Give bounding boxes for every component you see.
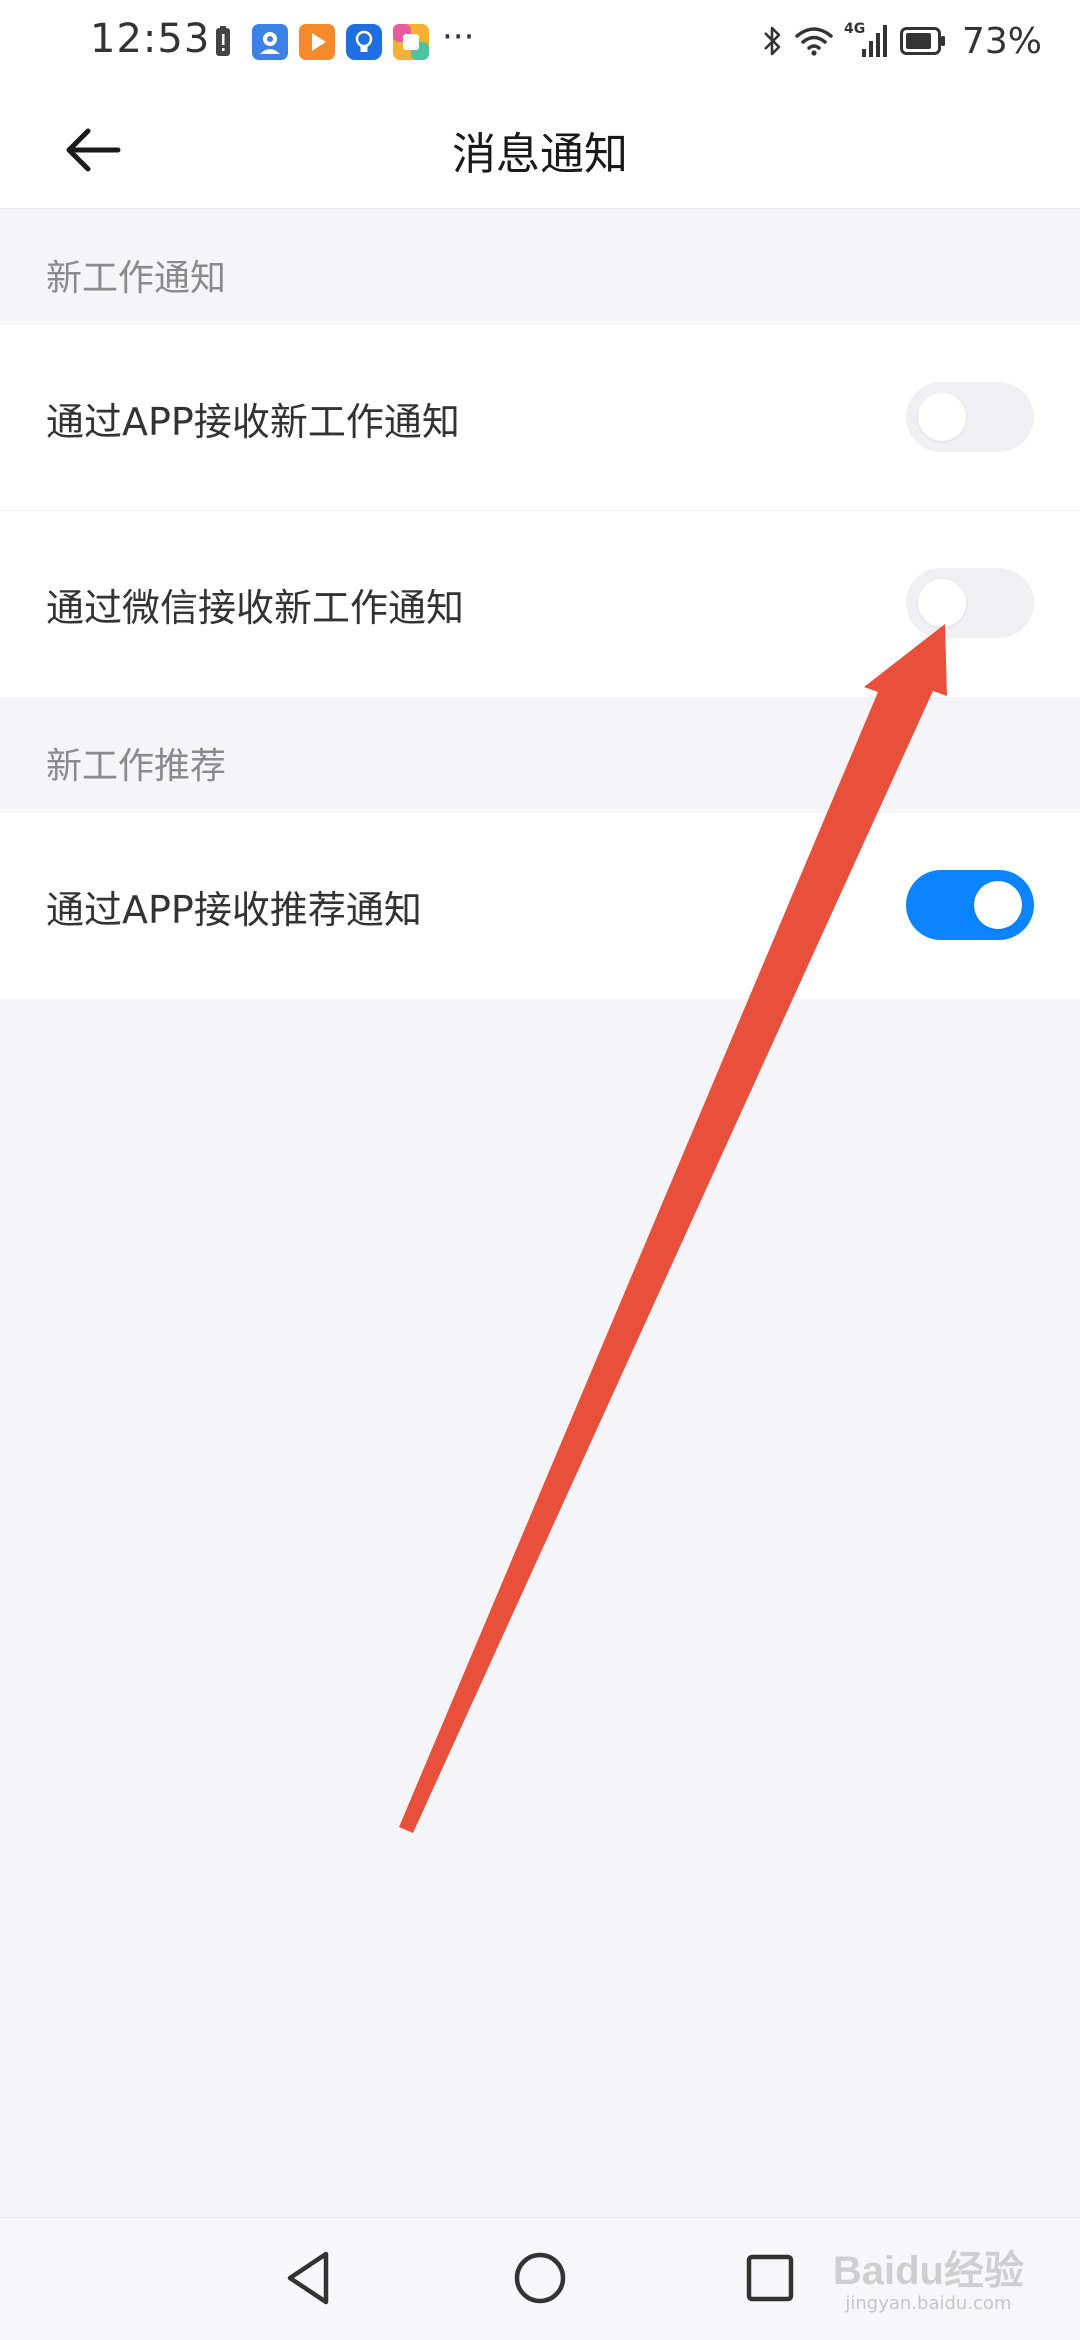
section-header-job-recommend: 新工作推荐 <box>0 697 1080 813</box>
lightbulb-icon <box>346 24 382 60</box>
watermark-sub: jingyan.baidu.com <box>845 2293 1012 2314</box>
setting-row-wechat-new-job[interactable]: 通过微信接收新工作通知 <box>0 511 1080 697</box>
wechat-new-job-toggle[interactable] <box>906 568 1034 638</box>
setting-row-app-new-job[interactable]: 通过APP接收新工作通知 <box>0 325 1080 511</box>
app-recommend-toggle[interactable] <box>906 870 1034 940</box>
toggle-knob <box>918 393 966 441</box>
battery-alert-icon <box>205 24 241 60</box>
battery-icon <box>899 27 946 55</box>
nav-home-button[interactable] <box>500 2238 580 2318</box>
square-recents-icon <box>746 2254 794 2302</box>
circle-home-icon <box>514 2252 566 2304</box>
nav-back-button[interactable] <box>268 2238 348 2318</box>
top-nav-bar: 消息通知 <box>0 84 1080 209</box>
more-notifications-indicator: ··· <box>442 17 475 57</box>
cellular-signal-icon: 4G <box>844 21 890 61</box>
toggle-knob <box>918 579 966 627</box>
wifi-icon <box>794 25 834 57</box>
video-play-icon <box>299 24 335 60</box>
system-nav-bar: Baidu经验 jingyan.baidu.com <box>0 2217 1080 2340</box>
triangle-back-icon <box>287 2251 329 2305</box>
status-right: 4G 73% <box>762 18 1042 64</box>
app-new-job-toggle[interactable] <box>906 382 1034 452</box>
nav-recents-button[interactable] <box>730 2238 810 2318</box>
setting-row-app-recommend[interactable]: 通过APP接收推荐通知 <box>0 813 1080 999</box>
puzzle-app-icon <box>393 24 429 60</box>
battery-percent: 73% <box>961 20 1042 62</box>
toggle-knob <box>974 881 1022 929</box>
status-bar: 12:53 ··· 4G 73% <box>0 0 1080 84</box>
notification-icons: ··· <box>205 17 474 62</box>
setting-label: 通过微信接收新工作通知 <box>46 586 465 630</box>
section-title: 新工作通知 <box>46 258 227 299</box>
section-header-new-jobs: 新工作通知 <box>0 209 1080 325</box>
setting-label: 通过APP接收新工作通知 <box>46 400 460 444</box>
page-title: 消息通知 <box>452 129 628 180</box>
watermark-main: Baidu经验 <box>832 2249 1024 2293</box>
screen: 12:53 ··· 4G 73% 消息通知 新工作通知 通过APP接收新工作通知… <box>0 0 1080 2340</box>
bluetooth-icon <box>762 23 784 59</box>
maps-icon <box>252 24 288 60</box>
baidu-watermark: Baidu经验 jingyan.baidu.com <box>833 2251 1024 2314</box>
status-time: 12:53 <box>90 16 211 62</box>
section-title: 新工作推荐 <box>46 746 227 787</box>
setting-label: 通过APP接收推荐通知 <box>46 888 422 932</box>
